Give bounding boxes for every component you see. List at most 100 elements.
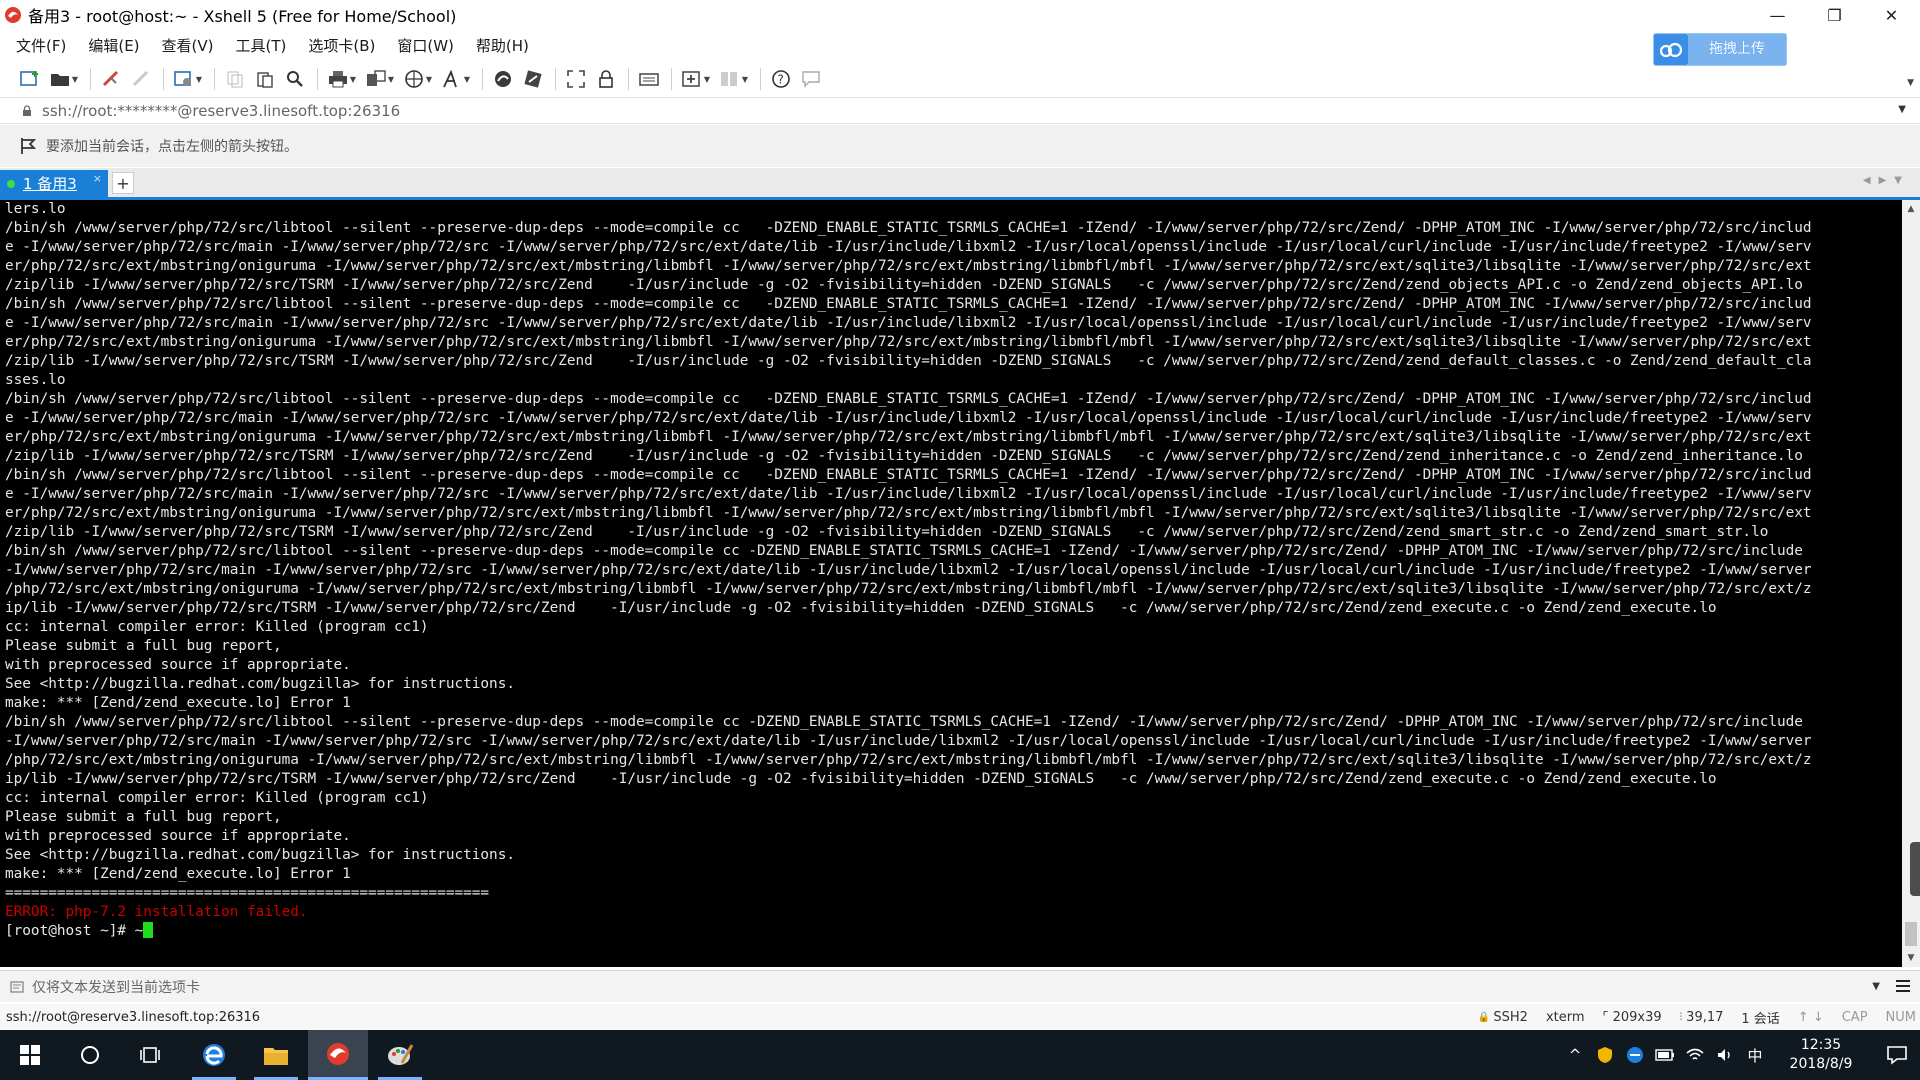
terminal-line: e -I/www/server/php/72/src/main -I/www/s… bbox=[5, 239, 1812, 255]
cursor-icon: ⫶ bbox=[1679, 1011, 1683, 1023]
toolbar-separator bbox=[163, 68, 164, 90]
xftp-button[interactable] bbox=[489, 65, 517, 93]
link-icon bbox=[102, 70, 119, 87]
toolbar-separator bbox=[317, 68, 318, 90]
tab-session-1[interactable]: 1 备用3 × bbox=[0, 170, 108, 197]
compose-input[interactable]: 仅将文本发送到当前选项卡 bbox=[32, 977, 200, 997]
folder-icon bbox=[50, 74, 69, 86]
notification-center-button[interactable] bbox=[1874, 1030, 1920, 1080]
terminal-line: ip/lib -I/www/server/php/72/src/TSRM -I/… bbox=[5, 600, 1717, 616]
menu-edit[interactable]: 编辑(E) bbox=[84, 33, 143, 58]
toolbar-separator bbox=[214, 68, 215, 90]
restore-button[interactable]: ❐ bbox=[1806, 0, 1863, 30]
menu-icon[interactable] bbox=[1894, 977, 1912, 995]
menu-tools[interactable]: 工具(T) bbox=[232, 33, 291, 58]
open-folder-button[interactable]: ▼ bbox=[46, 65, 82, 93]
chevron-down-icon[interactable]: ▼ bbox=[1872, 981, 1880, 992]
new-session-button[interactable] bbox=[16, 65, 44, 93]
scroll-up-icon[interactable]: ▲ bbox=[1902, 200, 1920, 218]
caps-lock-status: CAP bbox=[1841, 1009, 1868, 1025]
chevron-down-icon[interactable]: ▼ bbox=[1898, 104, 1906, 115]
copy-button[interactable] bbox=[221, 65, 249, 93]
chevron-down-icon[interactable]: ▼ bbox=[1907, 78, 1914, 88]
battery-icon[interactable] bbox=[1652, 1030, 1678, 1080]
scroll-arrows-icon: ↑ ↓ bbox=[1797, 1009, 1824, 1025]
message-button[interactable] bbox=[797, 65, 825, 93]
terminal-line: er/php/72/src/ext/mbstring/oniguruma -I/… bbox=[5, 505, 1812, 521]
paste-button[interactable] bbox=[251, 65, 279, 93]
terminal-line: /bin/sh /www/server/php/72/src/libtool -… bbox=[5, 467, 1812, 483]
lock-button[interactable] bbox=[592, 65, 620, 93]
paint-taskbar-button[interactable] bbox=[370, 1030, 430, 1080]
properties-button[interactable]: ▼ bbox=[170, 65, 206, 93]
status-indicators: 🔒 SSH2 xterm ⌜ 209x39 ⫶ 39,17 1 会话 ↑ ↓ CAP … bbox=[1478, 1004, 1920, 1030]
disconnect-button[interactable] bbox=[127, 65, 155, 93]
terminal-line: lers.lo bbox=[5, 201, 66, 217]
side-panel-handle[interactable] bbox=[1910, 842, 1920, 896]
tab-close-icon[interactable]: × bbox=[93, 172, 102, 185]
help-icon: ? bbox=[772, 70, 790, 88]
input-method-indicator[interactable]: 中 bbox=[1742, 1030, 1768, 1080]
xshell-app-icon bbox=[327, 1042, 349, 1065]
tab-nav-arrows[interactable]: ◀▶▼ bbox=[1863, 175, 1910, 186]
new-tab-button[interactable]: ▼ bbox=[678, 65, 714, 93]
layout-button[interactable]: ▼ bbox=[716, 65, 752, 93]
address-input[interactable]: ssh://root:********@reserve3.linesoft.to… bbox=[42, 102, 400, 120]
start-button[interactable] bbox=[0, 1030, 60, 1080]
transfer-button[interactable]: ▼ bbox=[362, 65, 398, 93]
scroll-down-icon[interactable]: ▼ bbox=[1902, 949, 1920, 967]
xshell-taskbar-button[interactable] bbox=[308, 1030, 368, 1080]
terminal-line: /bin/sh /www/server/php/72/src/libtool -… bbox=[5, 391, 1812, 407]
window-title: 备用3 - root@host:~ - Xshell 5 (Free for H… bbox=[28, 7, 457, 26]
title-bar: 备用3 - root@host:~ - Xshell 5 (Free for H… bbox=[0, 0, 1920, 30]
compose-bar: 仅将文本发送到当前选项卡 ▼ bbox=[0, 970, 1920, 1002]
xshell-app-icon[interactable] bbox=[4, 6, 22, 24]
new-session-icon bbox=[20, 71, 38, 86]
tab-label: 1 备用3 bbox=[23, 175, 77, 193]
xmanager-button[interactable] bbox=[519, 65, 547, 93]
fullscreen-button[interactable] bbox=[562, 65, 590, 93]
menu-help[interactable]: 帮助(H) bbox=[472, 33, 533, 58]
menu-tabs[interactable]: 选项卡(B) bbox=[304, 33, 379, 58]
clock[interactable]: 12:35 2018/8/9 bbox=[1778, 1036, 1864, 1074]
minimize-button[interactable]: — bbox=[1749, 0, 1806, 30]
print-button[interactable]: ▼ bbox=[324, 65, 360, 93]
font-icon bbox=[443, 70, 457, 88]
terminal-line: -I/www/server/php/72/src/main -I/www/ser… bbox=[5, 733, 1812, 749]
chat-app-icon[interactable] bbox=[1622, 1030, 1648, 1080]
file-explorer-button[interactable] bbox=[246, 1030, 306, 1080]
scrollbar-thumb[interactable] bbox=[1905, 922, 1917, 946]
shield-icon[interactable] bbox=[1592, 1030, 1618, 1080]
terminal-output[interactable]: lers.lo/bin/sh /www/server/php/72/src/li… bbox=[0, 200, 1902, 967]
volume-icon[interactable] bbox=[1712, 1030, 1738, 1080]
terminal-line: make: *** [Zend/zend_execute.lo] Error 1 bbox=[5, 866, 351, 882]
chevron-up-icon[interactable]: ^ bbox=[1562, 1030, 1588, 1080]
search-button[interactable] bbox=[60, 1030, 120, 1080]
font-button[interactable]: ▼ bbox=[438, 65, 474, 93]
terminal-line: ========================================… bbox=[5, 885, 490, 901]
task-view-icon bbox=[140, 1047, 160, 1063]
system-tray: ^ 中 12:35 2018/8/9 bbox=[1562, 1030, 1920, 1080]
edge-browser-button[interactable] bbox=[184, 1030, 244, 1080]
find-button[interactable] bbox=[281, 65, 309, 93]
num-lock-status: NUM bbox=[1885, 1009, 1916, 1025]
menu-file[interactable]: 文件(F) bbox=[12, 33, 70, 58]
menu-window[interactable]: 窗口(W) bbox=[393, 33, 458, 58]
protocol-label: SSH2 bbox=[1493, 1009, 1528, 1025]
terminal-line: -I/www/server/php/72/src/main -I/www/ser… bbox=[5, 562, 1812, 578]
help-button[interactable]: ? bbox=[767, 65, 795, 93]
keyboard-button[interactable] bbox=[635, 65, 663, 93]
wifi-icon[interactable] bbox=[1682, 1030, 1708, 1080]
menu-view[interactable]: 查看(V) bbox=[158, 33, 218, 58]
task-view-button[interactable] bbox=[120, 1030, 180, 1080]
terminal-line: /zip/lib -I/www/server/php/72/src/TSRM -… bbox=[5, 448, 1803, 464]
drag-upload-label: 拖拽上传 bbox=[1688, 34, 1786, 65]
cursor-position-status: ⫶ 39,17 bbox=[1680, 1010, 1724, 1025]
encoding-button[interactable]: ▼ bbox=[400, 65, 436, 93]
close-button[interactable]: ✕ bbox=[1863, 0, 1920, 30]
add-tab-button[interactable]: + bbox=[112, 172, 134, 194]
reconnect-button[interactable] bbox=[97, 65, 125, 93]
toolbar-separator bbox=[628, 68, 629, 90]
windows-taskbar: ^ 中 12:35 2018/8/9 bbox=[0, 1030, 1920, 1080]
add-session-arrow-icon[interactable] bbox=[20, 137, 38, 155]
